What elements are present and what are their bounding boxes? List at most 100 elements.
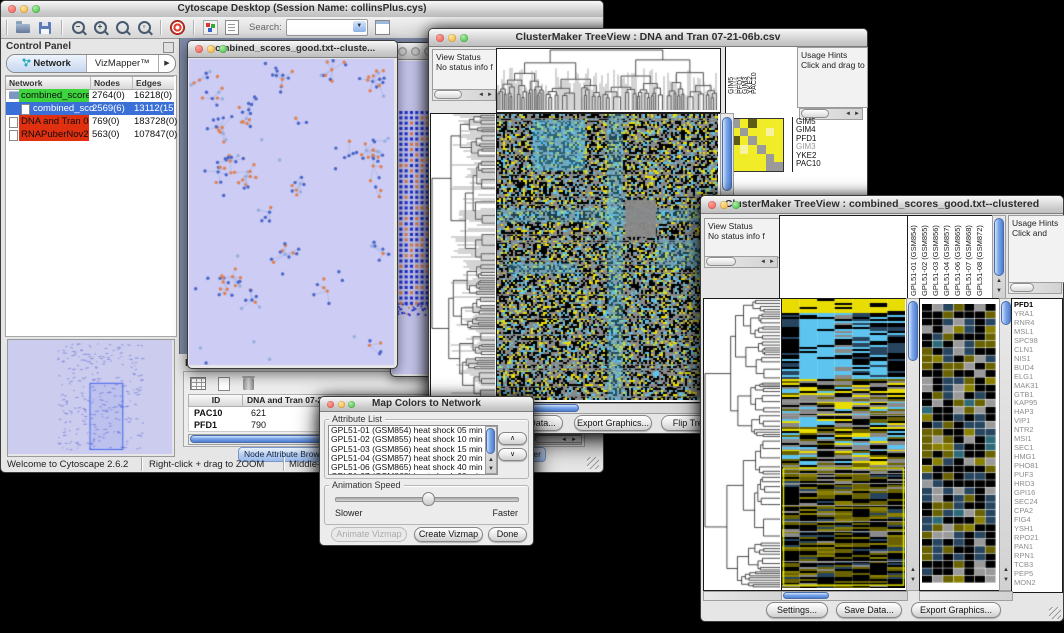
matrix-cell[interactable] xyxy=(748,162,757,171)
matrix-cell[interactable] xyxy=(740,145,749,154)
network-tree-row[interactable]: DNA and Tran 07769(0)183728(0) xyxy=(6,115,174,128)
main-titlebar[interactable]: Cytoscape Desktop (Session Name: collins… xyxy=(1,1,603,18)
scroll-up-icon[interactable]: ▲ xyxy=(996,278,1002,284)
zoom-window-icon[interactable] xyxy=(460,34,468,42)
scroll-up-icon[interactable]: ▲ xyxy=(488,457,494,463)
close-icon[interactable] xyxy=(436,34,444,42)
close-icon[interactable] xyxy=(708,201,716,209)
matrix-cell[interactable] xyxy=(757,119,766,128)
treeview1-titlebar[interactable]: ClusterMaker TreeView : DNA and Tran 07-… xyxy=(429,29,867,47)
matrix-cell[interactable] xyxy=(766,145,775,154)
scroll-down-icon[interactable]: ▼ xyxy=(488,466,494,472)
annotation-button[interactable] xyxy=(221,19,243,37)
zoom-selected-button[interactable]: ▫ xyxy=(133,19,155,37)
matrix-cell[interactable] xyxy=(774,136,783,145)
list-vscrollbar[interactable]: ▲ ▼ xyxy=(485,426,497,474)
scroll-up-icon[interactable]: ▲ xyxy=(910,567,916,573)
array-label[interactable]: GPL51-04 (GSM857) xyxy=(941,217,952,296)
scroll-thumb[interactable] xyxy=(908,301,918,361)
chevron-down-icon[interactable]: ▼ xyxy=(353,21,366,32)
zoom-heatmap-canvas[interactable] xyxy=(922,304,996,583)
scroll-left-icon[interactable]: ◄ xyxy=(478,92,484,98)
scroll-thumb[interactable] xyxy=(1010,283,1034,292)
scroll-thumb[interactable] xyxy=(434,90,462,99)
matrix-cell[interactable] xyxy=(766,119,775,128)
tv2-vscrollbar[interactable]: ▲ ▼ xyxy=(906,298,920,591)
matrix-cell[interactable] xyxy=(740,136,749,145)
float-panel-icon[interactable] xyxy=(163,42,174,53)
zoom-in-button[interactable]: + xyxy=(89,19,111,37)
header-id[interactable]: ID xyxy=(188,394,244,407)
matrix-cell[interactable] xyxy=(757,162,766,171)
gene-label[interactable]: MON2 xyxy=(1012,579,1062,588)
matrix-cell[interactable] xyxy=(748,119,757,128)
zoom-window-icon[interactable] xyxy=(219,45,227,53)
tv2-status-scrollbar[interactable]: ◄ ► xyxy=(704,256,778,268)
column-dendrogram-canvas[interactable] xyxy=(497,49,718,110)
array-label[interactable]: GPL51-01 (GSM854) xyxy=(908,217,919,296)
scroll-right-icon[interactable]: ► xyxy=(487,92,493,98)
treeview2-titlebar[interactable]: ClusterMaker TreeView : combined_scores_… xyxy=(701,196,1063,214)
scroll-down-icon[interactable]: ▼ xyxy=(910,577,916,583)
resize-grip[interactable] xyxy=(587,457,599,469)
scroll-thumb[interactable] xyxy=(486,428,495,454)
minimize-icon[interactable] xyxy=(20,5,28,13)
scroll-down-icon[interactable]: ▼ xyxy=(1003,577,1009,583)
scroll-thumb[interactable] xyxy=(722,117,732,191)
export-graphics-button[interactable]: Export Graphics... xyxy=(574,415,652,431)
move-down-button[interactable]: ∨ xyxy=(498,448,527,461)
tv2-heat-hscrollbar[interactable] xyxy=(781,591,908,601)
matrix-cell[interactable] xyxy=(740,119,749,128)
matrix-cell[interactable] xyxy=(740,128,749,137)
close-icon[interactable] xyxy=(327,401,334,408)
dialog-titlebar[interactable]: Map Colors to Network xyxy=(320,397,533,412)
scroll-down-icon[interactable]: ▼ xyxy=(996,288,1002,294)
attribute-list[interactable]: GPL51-01 (GSM854) heat shock 05 minGPL51… xyxy=(328,425,498,475)
col-nodes[interactable]: Nodes xyxy=(90,77,136,89)
zoom-out-button[interactable]: − xyxy=(67,19,89,37)
scroll-thumb[interactable] xyxy=(1001,301,1011,325)
matrix-cell[interactable] xyxy=(766,136,775,145)
tv2-top-vscrollbar[interactable]: ▲ ▼ xyxy=(992,215,1006,299)
vizmapper-button[interactable] xyxy=(199,19,221,37)
col-edges[interactable]: Edges xyxy=(132,77,178,89)
matrix-cell[interactable] xyxy=(766,162,775,171)
correlation-matrix[interactable] xyxy=(731,119,783,171)
zoom-window-icon[interactable] xyxy=(32,5,40,13)
tab-network[interactable]: Network xyxy=(7,55,87,72)
animate-vizmap-button[interactable]: Animate Vizmap xyxy=(331,527,407,542)
speed-slider-thumb[interactable] xyxy=(422,492,435,506)
matrix-cell[interactable] xyxy=(748,145,757,154)
save-session-button[interactable] xyxy=(34,19,56,37)
network-tree-row[interactable]: combined_scores2764(0)16218(0) xyxy=(6,89,174,102)
matrix-cell[interactable] xyxy=(774,162,783,171)
attribute-browser-button[interactable] xyxy=(372,19,394,37)
matrix-cell[interactable] xyxy=(757,154,766,163)
tv1-status-scrollbar[interactable]: ◄ ► xyxy=(432,89,496,101)
matrix-cell[interactable] xyxy=(748,128,757,137)
heatmap-canvas[interactable] xyxy=(782,299,905,588)
tv2-tree-hscrollbar[interactable] xyxy=(703,591,783,601)
trash-icon[interactable] xyxy=(243,378,254,390)
search-combobox[interactable]: ▼ xyxy=(286,19,368,36)
close-icon[interactable] xyxy=(398,47,407,56)
search-input[interactable] xyxy=(289,21,353,34)
table-icon[interactable] xyxy=(190,377,206,390)
matrix-cell[interactable] xyxy=(748,136,757,145)
minimize-icon[interactable] xyxy=(411,47,420,56)
move-up-button[interactable]: ∧ xyxy=(498,432,527,445)
tv2-zoom-hscrollbar[interactable] xyxy=(919,591,1013,601)
resize-grip[interactable] xyxy=(1049,607,1061,619)
matrix-cell[interactable] xyxy=(757,145,766,154)
matrix-cell[interactable] xyxy=(774,145,783,154)
network-tree-row[interactable]: combined_sco2569(6)13112(15) xyxy=(6,102,174,115)
settings-button[interactable]: Settings... xyxy=(766,602,828,618)
help-button[interactable] xyxy=(166,19,188,37)
matrix-cell[interactable] xyxy=(757,128,766,137)
scroll-left-icon[interactable]: ◄ xyxy=(760,259,766,265)
close-icon[interactable] xyxy=(8,5,16,13)
matrix-cell[interactable] xyxy=(766,154,775,163)
create-vizmap-button[interactable]: Create Vizmap xyxy=(414,527,483,542)
zoom-window-icon[interactable] xyxy=(732,201,740,209)
tv2-usage-scrollbar[interactable] xyxy=(1008,282,1062,294)
